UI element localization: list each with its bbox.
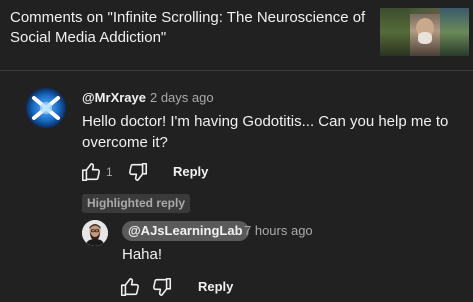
comments-title: Comments on "Infinite Scrolling: The Neu…: [10, 9, 366, 46]
video-thumbnail[interactable]: [380, 8, 469, 56]
reply-author[interactable]: @AJsLearningLab: [122, 221, 249, 241]
reply-author-avatar[interactable]: [82, 220, 108, 246]
comment-author[interactable]: @MrXraye: [82, 90, 146, 105]
like-count: 1: [106, 165, 113, 179]
like-button[interactable]: [80, 161, 102, 183]
reply-text: Haha!: [122, 246, 163, 263]
comments-header: Comments on "Infinite Scrolling: The Neu…: [0, 0, 473, 70]
reply-button[interactable]: Reply: [173, 164, 208, 180]
commenter-avatar[interactable]: [26, 88, 66, 128]
bearded-man-icon: [82, 220, 108, 246]
thumbs-down-icon: [153, 277, 172, 297]
reply-reply-button[interactable]: Reply: [198, 279, 233, 295]
header-divider: [0, 70, 473, 71]
reply-timestamp[interactable]: 7 hours ago: [244, 223, 313, 239]
highlighted-reply-badge: Highlighted reply: [82, 194, 191, 213]
comment-author-line: @MrXraye 2 days ago: [82, 90, 214, 106]
reply-like-button[interactable]: [119, 276, 141, 298]
dislike-button[interactable]: [127, 161, 149, 183]
thumbs-up-icon: [120, 277, 139, 297]
thumbs-down-icon: [129, 162, 148, 182]
comment-text: Hello doctor! I'm having Godotitis... Ca…: [82, 113, 449, 151]
comment-timestamp[interactable]: 2 days ago: [150, 90, 214, 105]
godot-logo-icon: [32, 96, 60, 120]
thumbs-up-icon: [81, 162, 100, 182]
reply-dislike-button[interactable]: [151, 276, 173, 298]
